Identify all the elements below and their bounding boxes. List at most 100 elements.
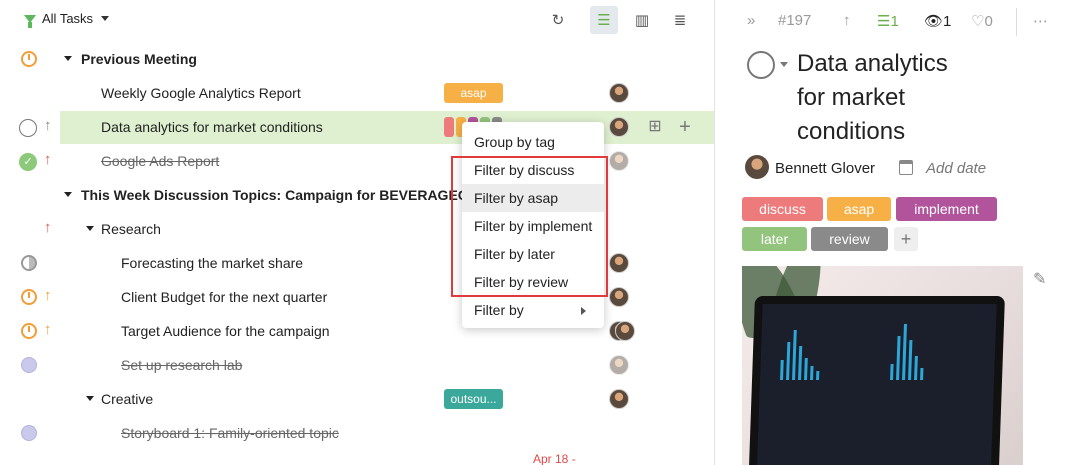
screen-bar: [902, 324, 907, 380]
completed-check-icon[interactable]: ✓: [19, 153, 37, 171]
group-title: This Week Discussion Topics: Campaign fo…: [81, 187, 469, 203]
task-row[interactable]: ↑ Target Audience for the campaign: [0, 314, 714, 348]
assignee-avatar[interactable]: [745, 155, 769, 179]
add-icon[interactable]: +: [675, 117, 695, 137]
assignee-avatar[interactable]: [609, 151, 629, 171]
task-title: Storyboard 1: Family-oriented topic: [121, 425, 339, 441]
task-complete-checkbox[interactable]: [747, 51, 775, 79]
collapse-panel-icon[interactable]: »: [747, 12, 755, 29]
collapse-triangle-icon[interactable]: [86, 396, 94, 401]
task-group-row[interactable]: This Week Discussion Topics: Campaign fo…: [0, 178, 714, 212]
task-row[interactable]: Weekly Google Analytics Report asap: [0, 76, 714, 110]
watchers-button[interactable]: 👁1: [924, 12, 951, 30]
tag-outsource[interactable]: outsou...: [444, 389, 503, 409]
task-row-selected[interactable]: ↑ Data analytics for market conditions ⊞…: [0, 110, 714, 144]
priority-up-icon[interactable]: ↑: [44, 321, 52, 338]
in-progress-status-icon[interactable]: [21, 289, 37, 305]
gantt-view-icon[interactable]: ≣: [666, 6, 694, 34]
tag-asap[interactable]: asap: [827, 197, 891, 221]
like-count: 0: [984, 13, 993, 30]
task-title-line[interactable]: conditions: [797, 118, 905, 146]
screen-bar: [780, 360, 784, 380]
tag-discuss[interactable]: discuss: [742, 197, 823, 221]
partial-status-icon[interactable]: [21, 255, 37, 271]
in-progress-status-icon[interactable]: [21, 51, 37, 67]
calendar-icon[interactable]: [899, 160, 913, 175]
priority-up-icon[interactable]: ↑: [44, 219, 52, 236]
priority-up-icon[interactable]: ↑: [44, 287, 52, 304]
task-row[interactable]: Set up research lab: [0, 348, 714, 382]
assignee-name[interactable]: Bennett Glover: [775, 160, 875, 177]
laptop-screen: [757, 304, 997, 465]
board-view-icon[interactable]: ▥: [628, 6, 656, 34]
task-list-pane: All Tasks ↻ ☰ ▥ ≣ Previous Meeting Weekl…: [0, 0, 714, 465]
tag-filter-dropdown-menu: Group by tag Filter by discuss Filter by…: [462, 122, 604, 328]
task-title: Client Budget for the next quarter: [121, 289, 328, 305]
task-title-line[interactable]: Data analytics: [797, 50, 948, 78]
task-title-line[interactable]: for market: [797, 84, 905, 112]
screen-bar: [890, 364, 894, 380]
screen-bar: [816, 371, 820, 380]
collapse-triangle-icon[interactable]: [86, 226, 94, 231]
chevron-down-icon: [101, 16, 110, 21]
menu-item-filter-by-submenu[interactable]: Filter by: [462, 296, 604, 324]
subgroup-title: Research: [101, 221, 161, 237]
assignee-avatar[interactable]: [609, 83, 629, 103]
assignee-avatar[interactable]: [609, 287, 629, 307]
task-row[interactable]: Storyboard 1: Family-oriented topic: [0, 416, 714, 450]
task-subgroup-row[interactable]: Creative outsou...: [0, 382, 714, 416]
menu-item-filter-discuss[interactable]: Filter by discuss: [462, 156, 604, 184]
task-row[interactable]: Forecasting the market share: [0, 246, 714, 280]
screen-bar: [920, 368, 924, 380]
all-tasks-filter-button[interactable]: All Tasks: [24, 11, 110, 28]
refresh-icon[interactable]: ↻: [544, 6, 572, 34]
task-list-toolbar: All Tasks ↻ ☰ ▥ ≣: [0, 0, 714, 40]
more-options-icon[interactable]: ⋯: [1033, 12, 1048, 30]
like-button[interactable]: ♡0: [971, 12, 993, 30]
tag-implement[interactable]: implement: [896, 197, 997, 221]
task-subgroup-row[interactable]: ↑ Research: [0, 212, 714, 246]
task-checkbox[interactable]: [19, 119, 37, 137]
task-title: Data analytics for market conditions: [101, 119, 323, 135]
subtasks-icon: ☰: [877, 13, 891, 30]
task-row[interactable]: ✓ ↑ Google Ads Report: [0, 144, 714, 178]
assignee-avatar[interactable]: [609, 117, 629, 137]
add-date-button[interactable]: Add date: [926, 160, 986, 177]
funnel-icon: [24, 14, 36, 28]
menu-item-filter-later[interactable]: Filter by later: [462, 240, 604, 268]
menu-item-filter-review[interactable]: Filter by review: [462, 268, 604, 296]
add-subtask-icon[interactable]: ⊞: [645, 117, 665, 137]
menu-item-filter-implement[interactable]: Filter by implement: [462, 212, 604, 240]
priority-up-icon[interactable]: ↑: [44, 117, 52, 134]
task-group-row[interactable]: Previous Meeting: [0, 42, 714, 76]
screen-bar: [810, 366, 814, 380]
in-progress-status-icon[interactable]: [21, 323, 37, 339]
task-row[interactable]: ↑ Client Budget for the next quarter: [0, 280, 714, 314]
collapse-triangle-icon[interactable]: [64, 56, 72, 61]
subtasks-button[interactable]: ☰1: [877, 12, 899, 30]
header-separator: [1016, 8, 1017, 36]
screen-bar: [896, 336, 901, 380]
priority-up-icon[interactable]: ↑: [843, 12, 851, 29]
tag-later[interactable]: later: [742, 227, 807, 251]
status-icon[interactable]: [21, 425, 37, 441]
menu-item-filter-asap[interactable]: Filter by asap: [462, 184, 604, 212]
tag-asap[interactable]: asap: [444, 83, 503, 103]
assignee-avatar[interactable]: [609, 253, 629, 273]
assignee-avatar[interactable]: [609, 389, 629, 409]
status-dropdown-chevron-icon[interactable]: [780, 62, 788, 67]
add-tag-button[interactable]: +: [894, 227, 918, 251]
screen-bar: [914, 356, 918, 380]
edit-pencil-icon[interactable]: ✎: [1033, 269, 1046, 289]
task-id: #197: [778, 12, 812, 29]
eye-icon: 👁: [924, 13, 944, 30]
priority-up-icon[interactable]: ↑: [44, 151, 52, 168]
status-icon[interactable]: [21, 357, 37, 373]
assignee-avatar[interactable]: [609, 355, 629, 375]
attached-image[interactable]: [742, 266, 1023, 465]
collapse-triangle-icon[interactable]: [64, 192, 72, 197]
menu-item-group-by-tag[interactable]: Group by tag: [462, 128, 604, 156]
tag-review[interactable]: review: [811, 227, 888, 251]
assignee-avatar[interactable]: [615, 321, 635, 341]
list-view-icon[interactable]: ☰: [590, 6, 618, 34]
